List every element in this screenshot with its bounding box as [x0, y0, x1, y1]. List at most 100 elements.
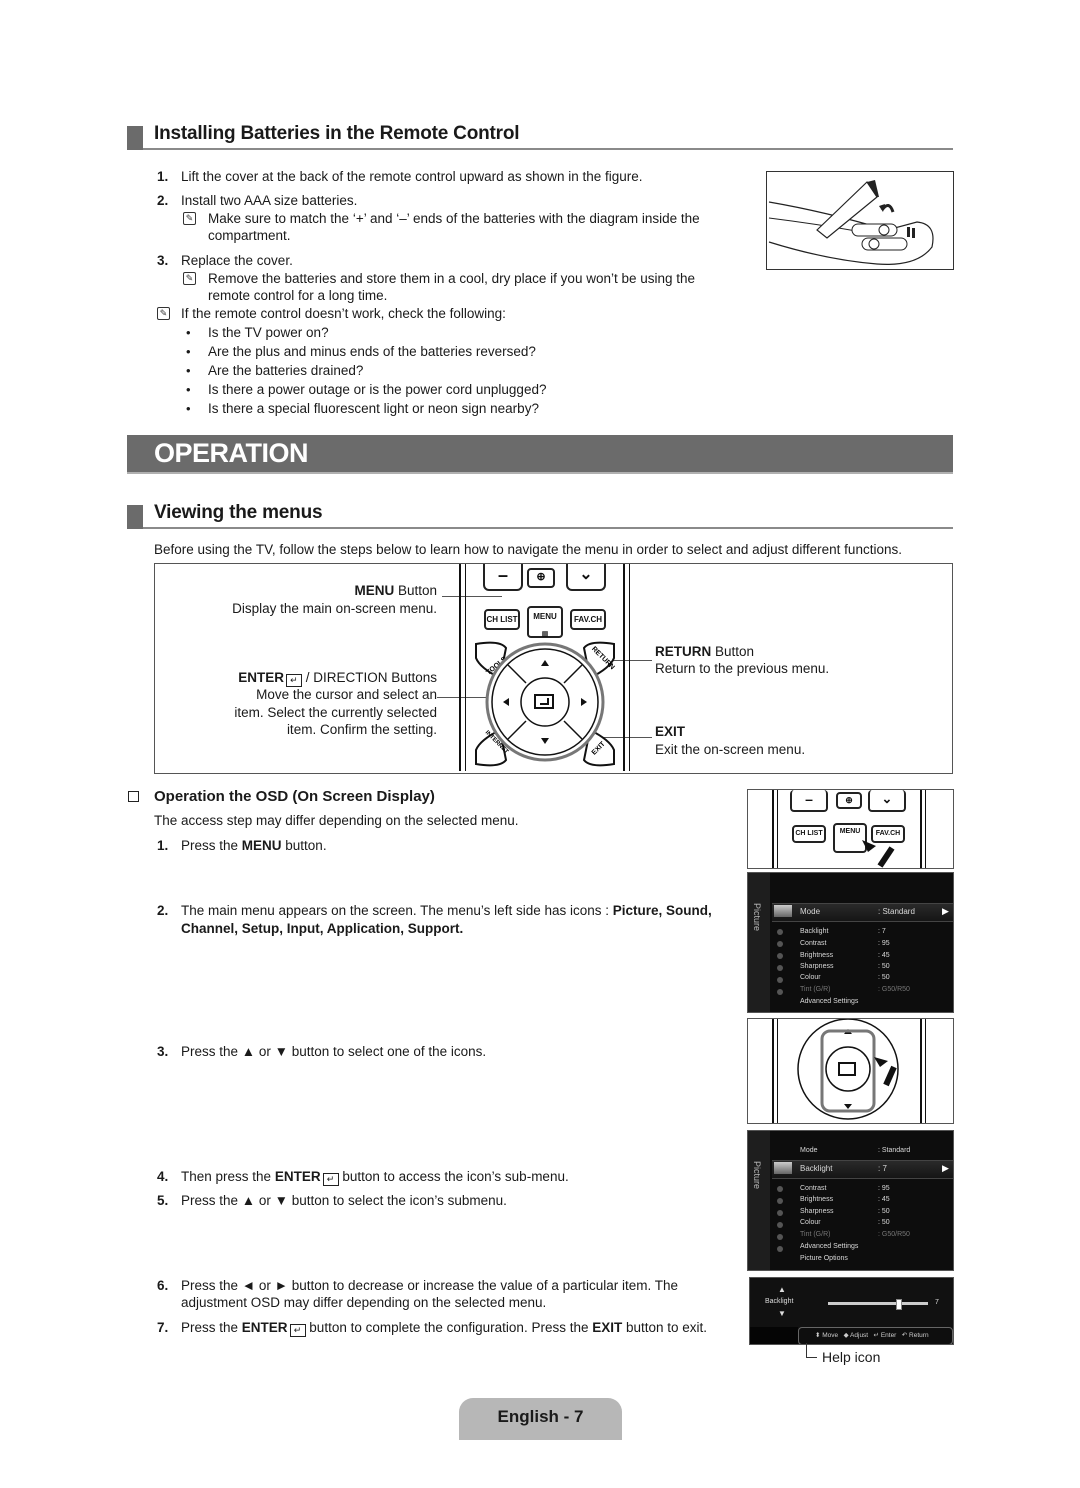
channel-icon [777, 1198, 783, 1204]
slider-thumb[interactable] [896, 1299, 902, 1310]
osd-adjust-screen: ▲ Backlight ▼ 7 ⬍ Move ◆ Adjust ↵ Enter … [749, 1277, 954, 1345]
note-icon: ✎ [157, 307, 170, 320]
help-icon-caption: Help icon [822, 1349, 881, 1365]
pointer-hand-icon [862, 840, 895, 868]
menu-callout-desc: Display the main on-screen menu. [232, 601, 437, 616]
enter-callout-title: ENTER ↵ / DIRECTION Buttons [238, 670, 437, 687]
source-button[interactable]: ⊕ [527, 568, 555, 588]
application-icon [777, 1234, 783, 1240]
battery-note-2b: remote control for a long time. [208, 288, 388, 303]
step-number: 5. [157, 1193, 169, 1208]
setup-icon [777, 953, 783, 959]
battery-step-3: Replace the cover. [181, 253, 293, 268]
source-button: ⊕ [836, 792, 862, 809]
battery-step-1: Lift the cover at the back of the remote… [181, 169, 643, 184]
section-marker [127, 126, 143, 150]
menus-section-header: Viewing the menus [127, 502, 953, 529]
remote-menu-press-figure: – ⊕ ⌄ CH LIST MENU FAV.CH [747, 789, 954, 869]
exit-callout-title: EXIT [655, 724, 686, 739]
up-down-icon: ⬍ [815, 1332, 821, 1339]
step-number: 3. [157, 253, 169, 268]
step-number: 2. [157, 193, 169, 208]
osd-row: Colour: 50 [800, 1219, 890, 1226]
operation-banner: OPERATION [127, 435, 953, 474]
osd-row: Backlight: 7 [800, 928, 886, 935]
exit-callout-desc: Exit the on-screen menu. [655, 742, 806, 757]
volume-down-button[interactable]: – [483, 564, 523, 591]
enter-callout-desc-3: item. Confirm the setting. [286, 722, 437, 737]
osd-side-label: Picture [752, 1161, 762, 1190]
menu-button[interactable]: MENU ▥ [527, 606, 563, 638]
help-move: Move [822, 1332, 839, 1339]
osd-row: Sharpness: 50 [800, 1208, 890, 1215]
osd-step-2: The main menu appears on the screen. The… [181, 903, 712, 918]
check-note: If the remote control doesn’t work, chec… [181, 306, 506, 321]
menu-callout-title: MENU Button [354, 583, 437, 598]
enter-icon: ↵ [322, 1173, 339, 1186]
check-item: Are the plus and minus ends of the batte… [208, 344, 536, 359]
remote-direction-figure [747, 1018, 954, 1124]
osd-row-selected: Mode: Standard [800, 907, 915, 916]
setup-icon [777, 1210, 783, 1216]
picture-icon [774, 905, 792, 917]
osd-row: Contrast: 95 [800, 1185, 890, 1192]
right-arrow-icon: ▶ [942, 1163, 949, 1173]
osd-step-3: Press the ▲ or ▼ button to select one of… [181, 1044, 487, 1059]
help-enter: Enter [880, 1332, 897, 1339]
osd-submenu-screen: Picture Mode: Standard Backlight: 7 ▶ Co… [747, 1130, 954, 1271]
osd-row: Mode: Standard [800, 1147, 911, 1154]
help-leader-line [806, 1343, 817, 1358]
menus-intro: Before using the TV, follow the steps be… [154, 542, 902, 557]
osd-row: Brightness: 45 [800, 952, 890, 959]
osd-row-disabled: Tint (G/R): G50/R50 [800, 1231, 910, 1238]
step-number: 2. [157, 903, 169, 918]
osd-side-label: Picture [752, 903, 762, 932]
up-arrow-icon: ▲ [778, 1285, 786, 1294]
battery-note-2a: Remove the batteries and store them in a… [208, 271, 696, 286]
step-number: 1. [157, 169, 169, 184]
battery-step-2: Install two AAA size batteries. [181, 193, 358, 208]
osd-title: Operation the OSD (On Screen Display) [154, 788, 435, 805]
osd-row: Advanced Settings [800, 1243, 859, 1250]
enter-icon: ↵ [289, 1324, 306, 1337]
step-number: 4. [157, 1169, 169, 1184]
sound-icon [777, 1186, 783, 1192]
channel-down-button[interactable]: ⌄ [566, 564, 606, 591]
help-adjust: Adjust [850, 1332, 869, 1339]
ch-list-button: CH LIST [792, 825, 826, 843]
support-icon [777, 989, 783, 995]
osd-step-2-line2: Channel, Setup, Input, Application, Supp… [181, 921, 464, 936]
remote-battery-figure [766, 171, 954, 270]
slider-track[interactable] [828, 1299, 928, 1310]
checkbox-bullet-icon [128, 791, 139, 802]
sound-icon [777, 929, 783, 935]
battery-note-1a: Make sure to match the ‘+’ and ‘–’ ends … [208, 211, 700, 226]
check-item: Are the batteries drained? [208, 363, 364, 378]
picture-icon [774, 1162, 792, 1174]
enter-icon: ↵ [873, 1332, 879, 1339]
check-item: Is the TV power on? [208, 325, 329, 340]
fav-ch-button[interactable]: FAV.CH [570, 609, 606, 630]
section-marker [127, 505, 143, 529]
direction-pad: TOOLS RETURN INTERNET EXIT [475, 641, 616, 767]
menus-title: Viewing the menus [154, 502, 323, 523]
enter-callout-desc-2: item. Select the currently selected [234, 705, 437, 720]
application-icon [777, 977, 783, 983]
leader-line [442, 596, 502, 597]
osd-main-menu-screen: Picture Mode: Standard ▶ Backlight: 7 Co… [747, 872, 954, 1013]
down-arrow-icon: ▼ [778, 1309, 786, 1318]
slider-label: Backlight [765, 1298, 794, 1305]
channel-icon [777, 941, 783, 947]
enter-button [520, 677, 570, 727]
osd-row: Sharpness: 50 [800, 963, 890, 970]
osd-row: Brightness: 45 [800, 1196, 890, 1203]
osd-row-disabled: Tint (G/R): G50/R50 [800, 986, 910, 993]
osd-step-4: Then press the ENTER ↵ button to access t… [181, 1169, 569, 1186]
osd-row: Picture Options [800, 1255, 848, 1262]
return-icon: ↶ [901, 1332, 908, 1339]
osd-step-1: Press the MENU button. [181, 838, 327, 853]
volume-down-button: – [790, 790, 828, 812]
note-icon: ✎ [183, 212, 196, 225]
ch-list-button[interactable]: CH LIST [484, 609, 520, 630]
osd-step-7: Press the ENTER ↵ button to complete the … [181, 1320, 708, 1337]
